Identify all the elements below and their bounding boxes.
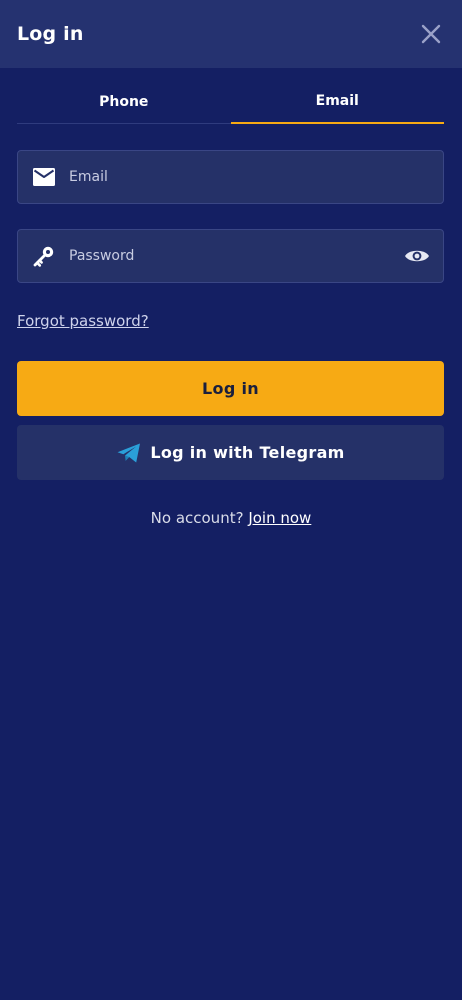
password-input[interactable] bbox=[57, 230, 403, 282]
forgot-password-link[interactable]: Forgot password? bbox=[17, 312, 149, 330]
tab-phone[interactable]: Phone bbox=[17, 86, 231, 124]
close-button[interactable] bbox=[418, 21, 444, 47]
login-button[interactable]: Log in bbox=[17, 361, 444, 416]
key-icon bbox=[31, 243, 57, 269]
tab-email-label: Email bbox=[315, 93, 359, 109]
telegram-login-label: Log in with Telegram bbox=[150, 443, 345, 462]
email-field-container bbox=[17, 150, 444, 204]
page-title: Log in bbox=[17, 23, 84, 45]
signup-prompt-text: No account? bbox=[150, 509, 244, 527]
telegram-login-button[interactable]: Log in with Telegram bbox=[17, 425, 444, 480]
envelope-icon bbox=[31, 164, 57, 190]
show-password-toggle[interactable] bbox=[403, 242, 431, 270]
email-input[interactable] bbox=[57, 151, 431, 203]
tab-email[interactable]: Email bbox=[230, 86, 444, 124]
join-now-link[interactable]: Join now bbox=[248, 509, 311, 527]
password-field-container bbox=[17, 229, 444, 283]
signup-prompt: No account? Join now bbox=[0, 509, 462, 527]
header: Log in bbox=[0, 0, 462, 68]
tab-phone-label: Phone bbox=[99, 93, 149, 110]
eye-icon bbox=[405, 250, 429, 262]
close-icon bbox=[421, 24, 441, 44]
telegram-icon bbox=[116, 442, 142, 464]
login-method-tabs: Phone Email bbox=[17, 86, 444, 124]
